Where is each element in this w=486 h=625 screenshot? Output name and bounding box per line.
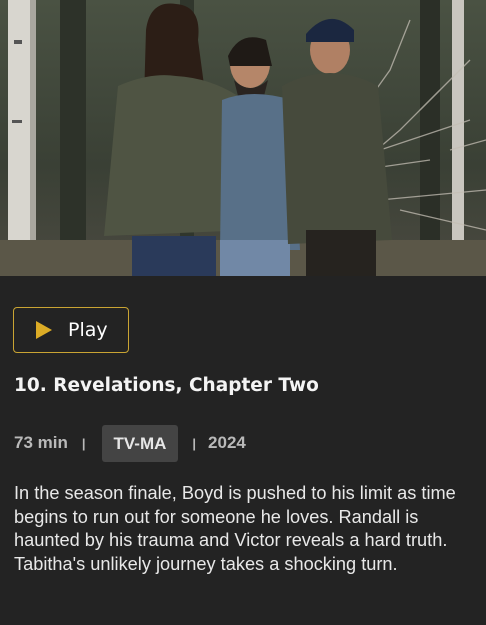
meta-separator: | [81, 435, 86, 451]
episode-detail-panel: Play 10. Revelations, Chapter Two 73 min… [0, 0, 486, 625]
episode-synopsis: In the season finale, Boyd is pushed to … [14, 483, 456, 574]
episode-meta-row: 73 min | TV-MA | 2024 [14, 424, 246, 462]
episode-duration: 73 min [14, 433, 68, 452]
play-triangle-icon [36, 321, 52, 339]
play-button[interactable]: Play [13, 307, 129, 353]
episode-title: 10. Revelations, Chapter Two [14, 375, 319, 396]
meta-separator: | [192, 435, 197, 451]
episode-year: 2024 [208, 433, 246, 452]
episode-still-image [0, 0, 486, 276]
content-rating-badge: TV-MA [101, 424, 179, 462]
play-button-label: Play [68, 319, 108, 341]
